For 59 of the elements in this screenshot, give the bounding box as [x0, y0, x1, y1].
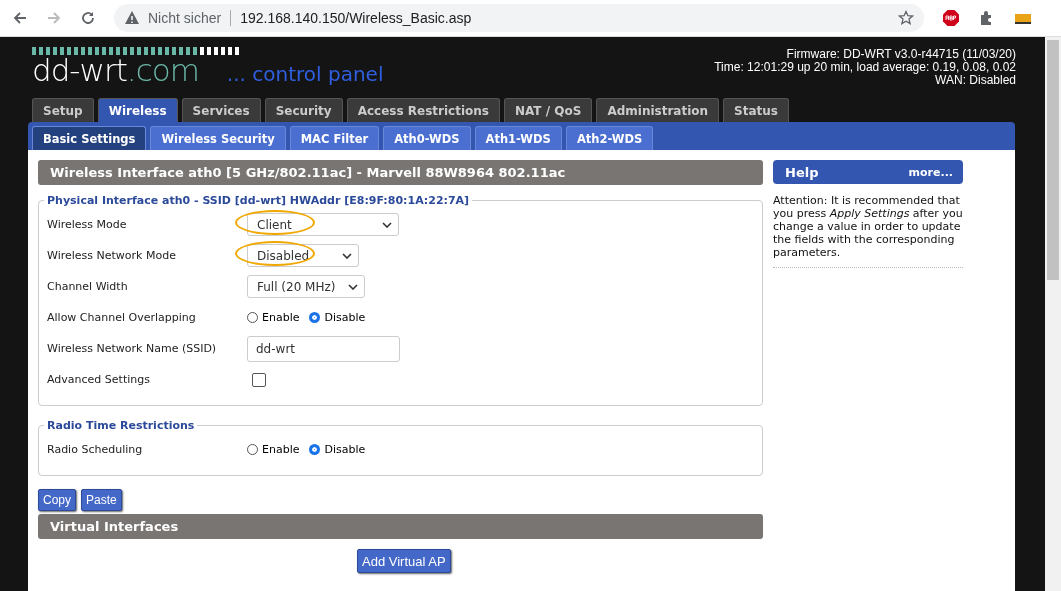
radio-label: Enable	[262, 311, 300, 324]
fieldset-legend: Physical Interface ath0 - SSID [dd-wrt] HWAddr [E8:9F:80:1A:22:7A]	[44, 194, 473, 207]
menu-tab[interactable]: Access Restrictions	[346, 98, 500, 122]
add-virtual-ap-button[interactable]: Add Virtual AP	[357, 549, 451, 573]
field-label: Radio Scheduling	[47, 443, 144, 456]
star-icon[interactable]	[898, 10, 914, 26]
ssid-input[interactable]: dd-wrt	[247, 335, 400, 362]
menu-tab[interactable]: Security	[264, 98, 343, 122]
sub-tab[interactable]: Ath2-WDS	[565, 126, 654, 150]
sub-tab[interactable]: Ath1-WDS	[474, 126, 562, 150]
chevron-down-icon	[348, 283, 358, 290]
security-label: Nicht sicher	[148, 10, 232, 26]
sub-tab[interactable]: Wireless Security	[150, 126, 286, 150]
section-header: Virtual Interfaces	[38, 514, 763, 539]
more-link[interactable]: more...	[908, 165, 953, 179]
warning-icon	[124, 10, 140, 26]
reload-icon[interactable]	[80, 10, 96, 26]
section-header: Wireless Interface ath0 [5 GHz/802.11ac] - Marvell 88W8964 802.11ac	[38, 160, 763, 185]
chevron-down-icon	[382, 221, 392, 228]
radio-button[interactable]	[309, 444, 321, 455]
radio-label: Enable	[262, 443, 300, 456]
time-text: Time: 12:01:29 up 20 min, load average: 0.19, 0.08, 0.02	[714, 61, 1016, 74]
menu-tab[interactable]: Services	[181, 98, 261, 122]
radio-label: Disable	[324, 311, 366, 324]
menu-tab[interactable]: NAT / QoS	[503, 98, 593, 122]
stop-sign-icon[interactable]	[942, 9, 960, 27]
radio-label: Disable	[324, 443, 366, 456]
field-label: Wireless Mode	[47, 218, 128, 231]
site-subtitle: ... control panel	[226, 62, 384, 86]
chevron-down-icon	[342, 252, 352, 259]
action-button[interactable]: Paste	[81, 489, 122, 511]
field-label: Wireless Network Name (SSID)	[47, 342, 218, 355]
dropdown[interactable]: Full (20 MHz)	[247, 275, 365, 298]
help-title: Help	[785, 164, 819, 180]
menu-tab[interactable]: Status	[723, 98, 789, 122]
field-label: Advanced Settings	[47, 373, 151, 386]
help-text: Attention: It is recommended that you press Apply Settings after you change a value in order to update the fields with the corresponding parameters.	[773, 194, 963, 268]
radio-button[interactable]	[309, 312, 321, 323]
sub-tab[interactable]: Ath0-WDS	[383, 126, 471, 150]
site-logo: dd-wrt.com	[32, 52, 199, 88]
action-button[interactable]: Copy	[38, 489, 76, 511]
sub-tab[interactable]: MAC Filter	[289, 126, 380, 150]
address-bar[interactable]: Nicht sicher 192.168.140.150/Wireless_Basic.asp	[114, 4, 924, 32]
back-icon[interactable]	[12, 10, 28, 26]
field-label: Wireless Network Mode	[47, 249, 177, 262]
menu-tab[interactable]: Administration	[596, 98, 720, 122]
wan-status: WAN: Disabled	[935, 74, 1016, 87]
dropdown[interactable]: Disabled	[247, 244, 359, 267]
fieldset-legend: Radio Time Restrictions	[44, 419, 198, 432]
menu-tab[interactable]: Setup	[32, 98, 94, 122]
field-label: Channel Width	[47, 280, 129, 293]
firmware-text: Firmware: DD-WRT v3.0-r44715 (11/03/20)	[786, 48, 1016, 61]
dropdown[interactable]: Client	[247, 213, 399, 236]
sub-tab[interactable]: Basic Settings	[32, 126, 147, 150]
scrollbar[interactable]	[1045, 37, 1061, 591]
checkbox[interactable]	[252, 372, 266, 387]
field-label: Allow Channel Overlapping	[47, 311, 197, 324]
url-text: 192.168.140.150/Wireless_Basic.asp	[240, 10, 473, 26]
menu-tab[interactable]: Wireless	[97, 98, 178, 122]
